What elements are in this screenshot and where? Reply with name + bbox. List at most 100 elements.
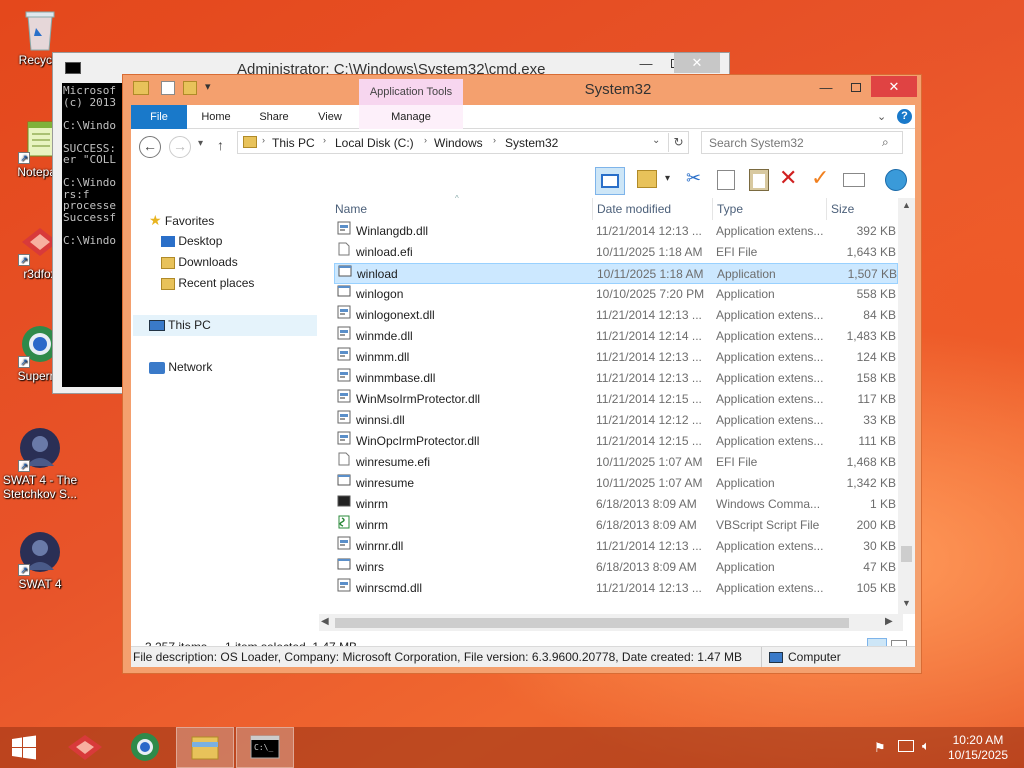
file-row[interactable]: winrm 6/18/2013 8:09 AM Windows Comma... 1 … (334, 494, 898, 515)
file-size: 117 KB (857, 392, 896, 406)
action-center-flag-icon[interactable]: ⚑ (874, 740, 886, 756)
file-size: 1,507 KB (847, 267, 897, 281)
delete-icon[interactable]: ✕ (779, 165, 797, 191)
tab-file[interactable]: File (131, 105, 187, 129)
minimize-button[interactable]: — (811, 79, 841, 99)
horizontal-scrollbar[interactable]: ◀ ▶ (319, 614, 903, 631)
cut-icon[interactable]: ✂ (686, 168, 701, 189)
breadcrumb-windows[interactable]: Windows (434, 136, 483, 150)
scroll-right-icon[interactable]: ▶ (885, 616, 893, 627)
recent-locations-dropdown-icon[interactable]: ▾ (198, 138, 203, 149)
breadcrumb-local-disk[interactable]: Local Disk (C:) (335, 136, 414, 150)
file-row[interactable]: winload.efi 10/11/2025 1:18 AM EFI File 1,6… (334, 242, 898, 263)
taskbar-r3dfox[interactable] (56, 727, 114, 768)
column-header-date[interactable]: Date modified (593, 198, 713, 220)
scroll-left-icon[interactable]: ◀ (321, 616, 329, 627)
search-box[interactable]: Search System32 ⌕ (701, 131, 903, 154)
file-type: Windows Comma... (716, 497, 821, 511)
file-row[interactable]: winlogonext.dll 11/21/2014 12:13 ... Appli… (334, 305, 898, 326)
vertical-scrollbar[interactable]: ▲ ▼ (898, 198, 915, 614)
preview-pane-button[interactable] (595, 167, 625, 195)
address-dropdown-icon[interactable]: ⌄ (652, 135, 660, 146)
nav-item-desktop[interactable]: Desktop (161, 231, 222, 252)
nav-item-network[interactable]: Network (149, 357, 212, 378)
file-row[interactable]: winrnr.dll 11/21/2014 12:13 ... Applicatio… (334, 536, 898, 557)
computer-icon (149, 320, 165, 332)
search-input[interactable]: Search System32 (709, 136, 804, 150)
ribbon-expand-icon[interactable]: ⌄ (877, 110, 886, 123)
taskbar-file-explorer[interactable] (176, 727, 234, 768)
file-row[interactable]: WinMsoIrmProtector.dll 11/21/2014 12:15 .… (334, 389, 898, 410)
swat-game-icon: ↗ (18, 426, 62, 472)
file-row[interactable]: winmmbase.dll 11/21/2014 12:13 ... Applica… (334, 368, 898, 389)
move-to-icon[interactable] (637, 170, 657, 188)
refresh-icon[interactable]: ↻ (668, 133, 688, 152)
file-row[interactable]: winmde.dll 11/21/2014 12:14 ... Applicatio… (334, 326, 898, 347)
taskbar-clock[interactable]: 10:20 AM 10/15/2025 (948, 733, 1008, 763)
scrollbar-thumb[interactable] (901, 546, 912, 562)
file-type: Application (716, 560, 775, 574)
address-bar[interactable]: › This PC › Local Disk (C:) › Windows › … (237, 131, 689, 154)
scroll-up-icon[interactable]: ▲ (902, 200, 911, 210)
scroll-down-icon[interactable]: ▼ (902, 598, 911, 608)
properties-icon[interactable] (843, 173, 865, 187)
properties-icon[interactable] (161, 81, 175, 95)
file-name: winresume (356, 476, 415, 490)
file-row[interactable]: winnsi.dll 11/21/2014 12:12 ... Applicatio… (334, 410, 898, 431)
tab-manage[interactable]: Manage (359, 105, 463, 129)
file-row[interactable]: winrm 6/18/2013 8:09 AM VBScript Script Fi… (334, 515, 898, 536)
nav-item-this-pc[interactable]: This PC (133, 315, 317, 336)
close-button[interactable]: ✕ (871, 76, 917, 97)
minimize-button[interactable]: — (631, 54, 661, 74)
search-icon[interactable]: ⌕ (882, 135, 889, 150)
paste-icon[interactable] (749, 169, 769, 191)
file-row[interactable]: winresume 10/11/2025 1:07 AM Application 1,… (334, 473, 898, 494)
network-globe-icon[interactable] (885, 169, 907, 191)
file-row[interactable]: winrscmd.dll 11/21/2014 12:13 ... Applicat… (334, 578, 898, 599)
file-row[interactable]: WinOpcIrmProtector.dll 11/21/2014 12:15 .… (334, 431, 898, 452)
maximize-button[interactable] (841, 79, 871, 99)
nav-item-recent-places[interactable]: Recent places (161, 273, 254, 294)
app-icon (337, 473, 351, 487)
taskbar-cmd[interactable]: C:\_ (236, 727, 294, 768)
breadcrumb-this-pc[interactable]: This PC (272, 136, 315, 150)
file-date: 11/21/2014 12:13 ... (596, 224, 702, 238)
back-button[interactable]: ← (139, 136, 161, 158)
file-row[interactable]: Winlangdb.dll 11/21/2014 12:13 ... Applica… (334, 221, 898, 242)
copy-icon[interactable] (717, 170, 735, 190)
up-button[interactable]: ↑ (217, 137, 224, 153)
column-header-type[interactable]: Type (713, 198, 827, 220)
close-button[interactable]: ✕ (674, 53, 720, 73)
scrollbar-thumb[interactable] (335, 618, 849, 628)
network-tray-icon[interactable] (898, 740, 914, 752)
column-header-size[interactable]: Size (827, 198, 901, 220)
tab-view[interactable]: View (305, 105, 355, 129)
file-row[interactable]: winlogon 10/10/2025 7:20 PM Application 558… (334, 284, 898, 305)
clock-time: 10:20 AM (952, 733, 1004, 747)
rename-check-icon[interactable]: ✓ (811, 165, 829, 191)
nav-item-downloads[interactable]: Downloads (161, 252, 238, 273)
breadcrumb-system32[interactable]: System32 (505, 136, 558, 150)
help-icon[interactable]: ? (897, 109, 912, 124)
quick-access-dropdown-icon[interactable]: ▾ (205, 80, 211, 93)
volume-muted-icon[interactable]: 🔈︎ (922, 738, 930, 754)
dropdown-icon[interactable]: ▾ (665, 173, 670, 184)
tab-share[interactable]: Share (249, 105, 299, 129)
taskbar-supermium[interactable] (116, 727, 174, 768)
start-button[interactable] (0, 727, 48, 768)
forward-button[interactable]: → (169, 136, 191, 158)
desktop-icon-swat4-stetchkov[interactable]: ↗ SWAT 4 - The Stetchkov S... (0, 426, 80, 501)
column-header-name[interactable]: Name (331, 198, 593, 220)
nav-item-favorites[interactable]: ★ Favorites (149, 210, 214, 231)
folder-icon (243, 136, 257, 148)
file-row[interactable]: winrs 6/18/2013 8:09 AM Application 47 KB (334, 557, 898, 578)
explorer-window[interactable]: ▾ Application Tools System32 — ✕ File Ho… (122, 74, 922, 674)
desktop-icon-swat4[interactable]: ↗ SWAT 4 (0, 530, 80, 591)
file-name: winmm.dll (356, 350, 410, 364)
file-row[interactable]: winmm.dll 11/21/2014 12:13 ... Application… (334, 347, 898, 368)
computer-icon (769, 652, 783, 663)
file-row[interactable]: winresume.efi 10/11/2025 1:07 AM EFI File 1… (334, 452, 898, 473)
new-folder-icon[interactable] (183, 81, 197, 95)
tab-home[interactable]: Home (191, 105, 241, 129)
file-row[interactable]: winload 10/11/2025 1:18 AM Application 1,50… (334, 263, 898, 284)
